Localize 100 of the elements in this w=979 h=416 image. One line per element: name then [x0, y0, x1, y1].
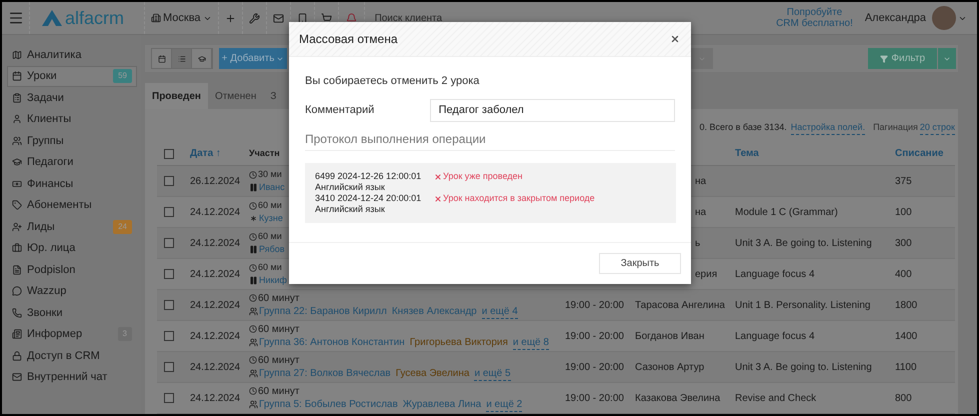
participant-link[interactable]: Группа 36: Антонов Константин	[259, 336, 405, 349]
log-error: Урок находится в закрытом периоде	[443, 193, 595, 204]
row-checkbox[interactable]	[164, 176, 174, 186]
close-dialog-button[interactable]: Закрыть	[599, 253, 681, 274]
sidebar-item[interactable]: Финансы	[7, 173, 137, 194]
sidebar-item[interactable]: Внутренний чат	[7, 366, 137, 388]
column-header[interactable]: Дата ↑	[190, 148, 221, 159]
sidebar-item[interactable]: Клиенты	[7, 108, 137, 130]
date-cell: 24.12.2024	[190, 300, 240, 310]
more-members-link[interactable]: и ещё 8	[512, 336, 549, 350]
clock-icon	[249, 202, 257, 210]
sidebar-item[interactable]: Wazzup	[7, 280, 137, 302]
clock-icon	[249, 325, 257, 333]
promo-link[interactable]: Попробуйте CRM бесплатно!	[776, 7, 853, 29]
sidebar-item[interactable]: Задачи	[7, 87, 137, 108]
theme-cell: Unit 3 A. Be going to. Listening	[735, 362, 872, 372]
sidebar-item[interactable]: Доступ в CRM	[7, 345, 137, 366]
users-icon	[249, 307, 258, 316]
participant-link[interactable]: Группа 5: Бобылев Ростислав	[259, 398, 398, 411]
duration-text: 60 минут	[258, 354, 300, 366]
pagination-link[interactable]: 20 строк	[920, 120, 955, 136]
sidebar-item[interactable]: Абонементы	[7, 194, 137, 216]
sidebar-item[interactable]: Юр. лица	[7, 238, 137, 259]
count-badge: 59	[113, 69, 132, 84]
participant-link[interactable]: Никиф	[259, 274, 287, 287]
row-checkbox[interactable]	[164, 238, 174, 248]
sidebar-item[interactable]: Группы	[7, 130, 137, 152]
status-tab[interactable]: Проведен	[145, 83, 208, 109]
participant-link[interactable]: Кузне	[259, 212, 283, 225]
lock-icon	[12, 350, 22, 361]
status-tab[interactable]: З	[263, 83, 284, 109]
date-cell: 24.12.2024	[190, 268, 240, 280]
select-all-checkbox[interactable]	[164, 148, 174, 158]
status-tab[interactable]: Отменен	[208, 83, 264, 109]
row-checkbox[interactable]	[164, 362, 174, 372]
users-icon	[249, 369, 258, 378]
sidebar-item[interactable]: Звонки	[7, 302, 137, 324]
log-error: Урок уже проведен	[443, 171, 522, 182]
participant-link[interactable]: Группа 27: Волков Вячеслав	[259, 367, 391, 380]
asterisk-icon	[249, 214, 258, 223]
comment-field[interactable]: Педагог заболел	[430, 98, 675, 122]
row-checkbox[interactable]	[164, 207, 174, 217]
duration-text: 60 ми	[258, 230, 282, 243]
avatar[interactable]	[932, 6, 956, 30]
search-field[interactable]: Поиск клиента	[374, 10, 495, 26]
envelope-icon	[12, 372, 22, 382]
row-checkbox[interactable]	[164, 300, 174, 310]
time-cell: 19:00 - 20:00	[565, 330, 624, 342]
briefcase-icon	[12, 243, 22, 254]
sidebar-item[interactable]: Педагоги	[7, 152, 137, 173]
more-members-link[interactable]: и ещё 2	[486, 398, 522, 412]
time-cell: 19:00 - 20:00	[565, 300, 624, 310]
row-checkbox[interactable]	[164, 393, 174, 403]
add-button[interactable]: + Добавить	[219, 48, 287, 70]
document-icon	[12, 264, 22, 275]
more-members-link[interactable]: и ещё 5	[474, 366, 511, 380]
newspaper-icon	[12, 329, 22, 340]
filter-button[interactable]: Фильтр	[868, 48, 937, 70]
column-header: Участн	[249, 148, 280, 158]
member-link[interactable]: Григорьева Виктория	[410, 336, 508, 349]
city-selector[interactable]: Москва	[145, 2, 219, 34]
column-header[interactable]: Списание	[895, 148, 944, 159]
sidebar-item[interactable]: Уроки 59	[7, 66, 137, 87]
participant-link[interactable]: Иванс	[259, 181, 285, 194]
sidebar-item[interactable]: Podpislon	[7, 259, 137, 280]
phone-icon	[12, 308, 22, 318]
duration-text: 60 ми	[258, 261, 282, 274]
member-link[interactable]: Князев Александр	[392, 305, 477, 318]
building-icon	[151, 13, 161, 23]
cross-icon	[434, 173, 442, 181]
wrench-icon	[248, 12, 260, 24]
sidebar-item[interactable]: Аналитика	[7, 44, 137, 66]
clock-icon	[249, 264, 257, 272]
amount-cell: 375	[895, 176, 912, 186]
member-link[interactable]: Гусева Эвелина	[396, 367, 470, 380]
view-toggle-button[interactable]	[172, 49, 192, 68]
close-button[interactable]	[669, 33, 681, 45]
participant-link[interactable]: Рябов	[259, 243, 285, 256]
banknote-icon	[12, 178, 22, 189]
date-cell: 26.12.2024	[190, 176, 240, 186]
time-cell: 19:00 - 20:00	[565, 392, 624, 404]
row-checkbox[interactable]	[164, 331, 174, 341]
user-icon	[12, 114, 22, 124]
log-title: Протокол выполнения операции	[305, 132, 486, 146]
pause-icon	[249, 276, 258, 285]
date-cell: 24.12.2024	[190, 330, 240, 342]
more-members-link[interactable]: и ещё 4	[482, 304, 518, 318]
teacher-cell: Богданов Иван	[635, 330, 704, 342]
theme-cell: Language focus 4	[735, 268, 815, 280]
row-checkbox[interactable]	[164, 269, 174, 279]
graduation-cap-icon	[12, 157, 22, 168]
sidebar-item[interactable]: Лиды 24	[7, 216, 137, 238]
member-link[interactable]: Журавлева Лина	[402, 398, 482, 411]
user-name: Александра	[864, 10, 926, 26]
column-header[interactable]: Тема	[735, 148, 759, 159]
field-settings-link[interactable]: Настройка полей.	[790, 120, 866, 136]
amount-cell: 800	[895, 392, 912, 404]
date-cell: 24.12.2024	[190, 238, 240, 248]
participant-link[interactable]: Группа 22: Баранов Кирилл	[259, 305, 387, 318]
plus-icon	[224, 12, 236, 24]
